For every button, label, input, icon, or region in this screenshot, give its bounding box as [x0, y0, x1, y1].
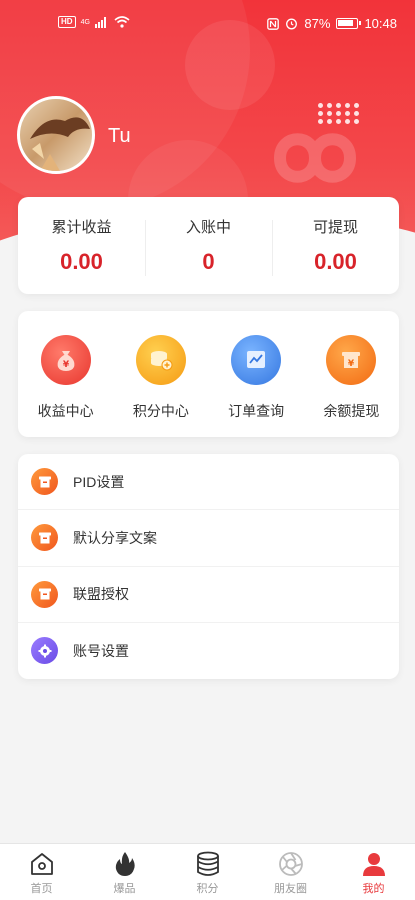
stat-value: 0	[202, 249, 215, 274]
stat-label: 入账中	[185, 219, 231, 236]
quick-actions-card: ¥ 收益中心 积分中心 订单查询 ¥ 余额提现	[18, 311, 399, 437]
menu-item-label: 联盟授权	[73, 586, 129, 603]
avatar-image	[30, 117, 90, 171]
menu-item-account-settings[interactable]: 账号设置	[18, 623, 399, 679]
bottom-tab-bar: 首页 爆品 积分 朋友圈 我的	[0, 843, 415, 900]
gear-icon	[31, 637, 58, 665]
quick-action-label: 积分中心	[132, 403, 189, 419]
alarm-icon	[286, 18, 298, 30]
svg-text:¥: ¥	[348, 359, 355, 369]
battery-icon	[336, 18, 362, 29]
svg-text:¥: ¥	[62, 360, 69, 370]
tab-label: 朋友圈	[274, 883, 307, 895]
tab-label: 我的	[362, 883, 385, 895]
tab-label: 首页	[30, 883, 53, 895]
box-icon	[31, 580, 58, 608]
hd-badge: HD	[58, 16, 76, 28]
quick-action-label: 订单查询	[228, 403, 285, 419]
quick-action-points-center[interactable]: 积分中心	[113, 311, 208, 437]
tab-label: 积分	[196, 883, 219, 895]
stat-value: 0.00	[60, 249, 103, 274]
clock: 10:48	[364, 16, 397, 31]
menu-item-label: 账号设置	[73, 642, 129, 659]
earnings-summary-card: 累计收益 0.00 入账中 0 可提现 0.00	[18, 197, 399, 294]
menu-item-pid-settings[interactable]: PID设置	[18, 454, 399, 511]
tab-label: 爆品	[113, 883, 136, 895]
wifi-icon	[114, 16, 130, 28]
home-icon	[30, 853, 53, 875]
aperture-icon	[278, 852, 303, 876]
stat-value: 0.00	[314, 249, 357, 274]
chart-icon	[231, 335, 282, 385]
coins-icon	[135, 335, 186, 385]
stat-label: 可提现	[312, 219, 358, 236]
menu-item-label: 默认分享文案	[73, 529, 157, 546]
tab-hot-products[interactable]: 爆品	[83, 844, 166, 900]
quick-action-label: 余额提现	[323, 403, 380, 419]
quick-action-withdraw[interactable]: ¥ 余额提现	[304, 311, 399, 437]
quick-action-earnings-center[interactable]: ¥ 收益中心	[18, 311, 113, 437]
box-icon	[31, 468, 58, 496]
stat-pending[interactable]: 入账中 0	[145, 216, 272, 276]
quick-action-label: 收益中心	[37, 403, 94, 419]
quick-action-order-lookup[interactable]: 订单查询	[209, 311, 304, 437]
stat-label: 累计收益	[51, 219, 112, 236]
settings-menu-card: PID设置 默认分享文案 联盟授权 账号设置	[18, 454, 399, 679]
network-type: 4G	[80, 18, 90, 26]
withdraw-icon: ¥	[326, 335, 377, 385]
menu-item-default-share-text[interactable]: 默认分享文案	[18, 510, 399, 567]
stat-withdrawable[interactable]: 可提现 0.00	[272, 216, 399, 276]
signal-icon	[94, 17, 106, 28]
stat-total-earnings[interactable]: 累计收益 0.00	[18, 216, 145, 275]
avatar[interactable]	[17, 96, 95, 174]
flame-icon	[115, 852, 135, 876]
box-icon	[31, 524, 58, 552]
status-bar: HD 4G 87% 10:48	[0, 14, 415, 36]
tab-mine[interactable]: 我的	[332, 844, 415, 900]
money-bag-icon: ¥	[40, 335, 91, 385]
tab-home[interactable]: 首页	[0, 844, 83, 900]
nfc-icon	[267, 17, 280, 30]
menu-item-alliance-authorization[interactable]: 联盟授权	[18, 567, 399, 623]
database-icon	[196, 851, 219, 876]
user-icon	[362, 853, 385, 876]
tab-moments[interactable]: 朋友圈	[249, 844, 332, 900]
menu-item-label: PID设置	[73, 473, 125, 490]
tab-points[interactable]: 积分	[166, 844, 249, 900]
infinity-decor-icon	[273, 133, 357, 183]
dots-decor	[318, 103, 360, 124]
battery-percent: 87%	[304, 16, 331, 31]
username[interactable]: Tu	[108, 125, 131, 148]
